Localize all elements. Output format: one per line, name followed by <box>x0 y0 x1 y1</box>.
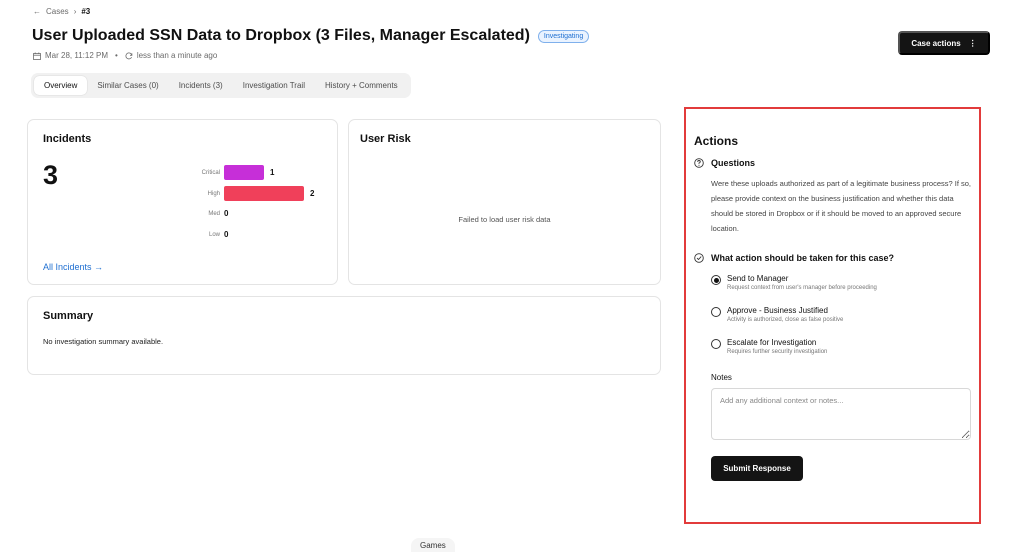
case-date: Mar 28, 11:12 PM <box>45 51 108 60</box>
action-question: What action should be taken for this cas… <box>711 253 895 263</box>
severity-label: High <box>207 190 220 197</box>
user-risk-error: Failed to load user risk data <box>458 215 551 224</box>
tab-overview[interactable]: Overview <box>34 76 88 95</box>
option-description: Activity is authorized, close as false p… <box>727 317 844 323</box>
games-tab[interactable]: Games <box>411 538 455 552</box>
meta-separator: • <box>115 51 118 60</box>
action-heading: What action should be taken for this cas… <box>694 253 894 263</box>
page-title-row: User Uploaded SSN Data to Dropbox (3 Fil… <box>32 27 590 45</box>
severity-count: 1 <box>270 168 275 177</box>
radio-send-to-manager[interactable] <box>711 275 721 285</box>
breadcrumb-cases-link[interactable]: Cases <box>46 7 69 16</box>
check-circle-icon <box>694 253 704 263</box>
option-approve[interactable]: Approve - Business Justified Activity is… <box>711 306 843 323</box>
option-escalate[interactable]: Escalate for Investigation Requires furt… <box>711 338 827 355</box>
option-title: Send to Manager <box>727 274 789 283</box>
severity-row-low: Low 0 <box>178 227 228 242</box>
radio-approve[interactable] <box>711 307 721 317</box>
incidents-card: Incidents 3 Critical 1 High 2 Med 0 Low … <box>27 119 338 285</box>
questions-heading: Questions <box>694 158 755 168</box>
option-send-to-manager[interactable]: Send to Manager Request context from use… <box>711 274 877 291</box>
question-circle-icon <box>694 158 704 168</box>
option-description: Requires further security investigation <box>727 349 828 355</box>
status-badge: Investigating <box>537 29 590 43</box>
case-updated: less than a minute ago <box>136 51 218 60</box>
user-risk-title: User Risk <box>360 133 411 145</box>
case-meta: Mar 28, 11:12 PM • less than a minute ag… <box>33 51 217 60</box>
case-actions-label: Case actions <box>911 38 961 48</box>
option-description: Request context from user's manager befo… <box>727 285 877 291</box>
severity-label: Low <box>208 231 220 238</box>
option-title: Approve - Business Justified <box>727 306 828 315</box>
severity-label: Med <box>208 210 220 217</box>
severity-row-high: High 2 <box>178 186 314 201</box>
tab-similar-cases[interactable]: Similar Cases (0) <box>87 76 168 95</box>
breadcrumb: ← Cases › #3 <box>33 7 90 16</box>
notes-textarea[interactable] <box>711 388 971 440</box>
summary-card: Summary No investigation summary availab… <box>27 296 661 375</box>
tab-investigation-trail[interactable]: Investigation Trail <box>233 76 315 95</box>
calendar-icon <box>33 52 41 60</box>
severity-count: 0 <box>224 209 229 218</box>
severity-count: 2 <box>310 189 315 198</box>
notes-label: Notes <box>711 373 732 382</box>
refresh-icon <box>125 52 133 59</box>
actions-panel: Actions Questions Were these uploads aut… <box>684 107 981 524</box>
summary-title: Summary <box>43 310 94 322</box>
severity-bar-high <box>224 186 304 201</box>
incidents-total: 3 <box>43 160 59 190</box>
breadcrumb-separator: › <box>73 7 77 16</box>
all-incidents-link[interactable]: All Incidents → <box>43 262 103 272</box>
severity-row-critical: Critical 1 <box>178 165 274 180</box>
severity-count: 0 <box>224 230 229 239</box>
back-arrow-icon[interactable]: ← <box>33 7 41 16</box>
tab-history-comments[interactable]: History + Comments <box>315 76 408 95</box>
summary-text: No investigation summary available. <box>43 337 164 346</box>
severity-bar-critical <box>224 165 264 180</box>
option-title: Escalate for Investigation <box>727 338 817 347</box>
submit-response-button[interactable]: Submit Response <box>711 456 803 481</box>
tab-bar: Overview Similar Cases (0) Incidents (3)… <box>31 73 411 98</box>
incidents-title: Incidents <box>43 133 92 145</box>
more-vertical-icon: ⋮ <box>968 38 977 48</box>
radio-escalate[interactable] <box>711 339 721 349</box>
case-actions-button[interactable]: Case actions ⋮ <box>898 31 990 55</box>
severity-row-med: Med 0 <box>178 206 228 221</box>
breadcrumb-current: #3 <box>81 7 91 16</box>
actions-title: Actions <box>694 134 739 148</box>
questions-body: Were these uploads authorized as part of… <box>711 179 972 233</box>
questions-title: Questions <box>711 158 756 168</box>
tab-incidents[interactable]: Incidents (3) <box>169 76 233 95</box>
severity-label: Critical <box>201 169 220 176</box>
page-title: User Uploaded SSN Data to Dropbox (3 Fil… <box>32 27 530 44</box>
user-risk-card: User Risk Failed to load user risk data <box>348 119 661 285</box>
